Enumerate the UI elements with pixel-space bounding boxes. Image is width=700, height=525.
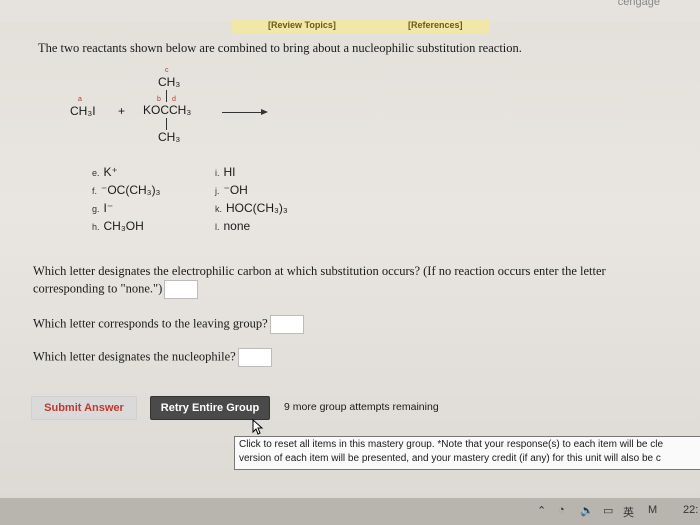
review-topics-link[interactable]: [Review Topics]: [268, 20, 336, 30]
retry-tooltip: Click to reset all items in this mastery…: [234, 436, 700, 470]
label-c: c: [165, 67, 169, 74]
tooltip-line-2: version of each item will be presented, …: [239, 453, 661, 464]
answer-input-leaving-group[interactable]: [269, 315, 304, 334]
reaction-arrow: [222, 109, 268, 115]
label-d: d: [172, 96, 176, 103]
bond-top: [166, 90, 167, 102]
question-1-line1: Which letter designates the electrophili…: [33, 264, 606, 278]
submit-answer-button[interactable]: Submit Answer: [31, 396, 137, 420]
option-i: i. HI: [215, 165, 236, 179]
input-language[interactable]: 英: [623, 504, 634, 520]
option-g: g. I⁻: [92, 201, 114, 215]
chevron-up-icon[interactable]: ⌃: [537, 504, 546, 517]
label-a: a: [78, 96, 82, 103]
question-intro: The two reactants shown below are combin…: [38, 41, 522, 55]
references-link[interactable]: [References]: [408, 20, 463, 30]
option-j: j. ⁻OH: [215, 183, 248, 197]
reactant-methyl-iodide: CH₃I: [70, 104, 96, 118]
page: cengage [Review Topics] [References] The…: [0, 0, 700, 525]
clock: 22:: [683, 504, 699, 516]
ime-icon[interactable]: M: [648, 504, 657, 516]
tooltip-line-1: Click to reset all items in this mastery…: [239, 439, 664, 450]
option-f: f. ⁻OC(CH₃)₃: [92, 183, 161, 197]
question-1-line2: corresponding to "none."): [33, 280, 199, 299]
bond-bottom: [166, 118, 167, 130]
answer-input-electrophilic-carbon[interactable]: [164, 280, 199, 299]
topic-tabs: [Review Topics] [References]: [232, 19, 490, 33]
battery-icon[interactable]: ▭: [603, 504, 613, 517]
reactant-potassium-tert-butoxide: KOCCH₃: [143, 103, 192, 117]
retry-entire-group-button[interactable]: Retry Entire Group: [150, 396, 270, 420]
plus-sign: +: [118, 104, 126, 118]
option-h: h. CH₃OH: [92, 219, 144, 233]
question-2: Which letter corresponds to the leaving …: [33, 315, 304, 334]
question-3: Which letter designates the nucleophile?: [33, 348, 272, 367]
answer-input-nucleophile[interactable]: [237, 348, 272, 367]
option-e: e. K⁺: [92, 165, 118, 179]
option-l: l. none: [215, 219, 251, 233]
mouse-cursor-icon: [252, 419, 264, 435]
label-b: b: [157, 96, 161, 103]
attempts-remaining-text: 9 more group attempts remaining: [284, 401, 439, 413]
wifi-icon[interactable]: ◔: [558, 504, 565, 516]
option-k: k. HOC(CH₃)₃: [215, 201, 288, 215]
system-taskbar: ⌃ ◔ 🔈 ▭ 英 M 22:: [0, 498, 700, 525]
reactant2-top-methyl: CH₃: [158, 75, 181, 89]
brand-logo: cengage: [617, 0, 660, 8]
reactant2-bottom-methyl: CH₃: [158, 130, 181, 144]
volume-icon[interactable]: 🔈: [580, 504, 594, 517]
